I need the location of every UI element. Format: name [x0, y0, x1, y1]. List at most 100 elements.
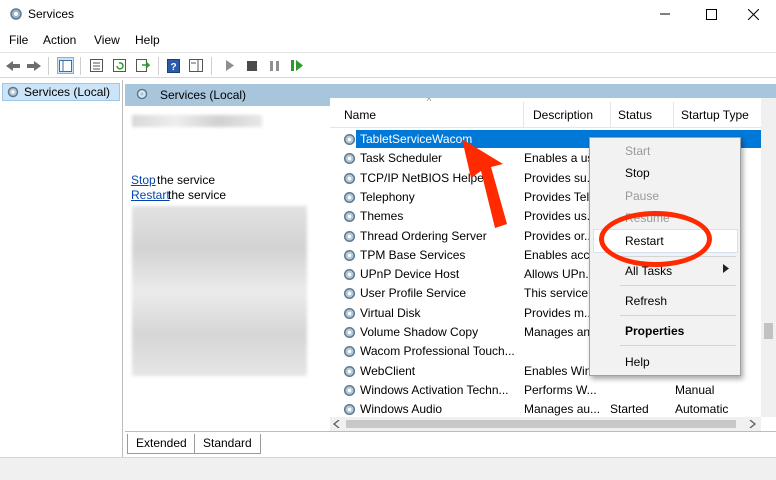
console-tree: Services (Local): [0, 80, 123, 457]
menu-view[interactable]: View: [94, 33, 120, 47]
service-name: UPnP Device Host: [360, 267, 460, 281]
service-gear-icon: [343, 210, 356, 223]
service-gear-icon: [343, 152, 356, 165]
service-gear-icon: [343, 287, 356, 300]
service-name: Wacom Professional Touch...: [360, 344, 515, 358]
show-hide-tree-icon[interactable]: [57, 57, 74, 74]
menu-separator: [620, 285, 736, 286]
service-gear-icon: [343, 133, 356, 146]
service-description: Enables a us: [524, 151, 594, 165]
service-description: Provides Tel: [524, 190, 590, 204]
scroll-right-icon[interactable]: [749, 420, 756, 428]
service-gear-icon: [343, 403, 356, 416]
service-description: Provides m..: [524, 306, 591, 320]
close-button[interactable]: [730, 0, 776, 28]
service-gear-icon: [343, 191, 356, 204]
service-name: Telephony: [360, 190, 415, 204]
svg-text:?: ?: [170, 62, 176, 73]
service-name: Windows Activation Techn...: [360, 383, 509, 397]
toolbar-separator: [80, 57, 81, 75]
tree-item-services-local[interactable]: Services (Local): [2, 83, 120, 101]
menu-action[interactable]: Action: [43, 33, 76, 47]
maximize-button[interactable]: [688, 0, 734, 28]
resume-service-icon[interactable]: [288, 57, 305, 74]
vertical-scroll-thumb[interactable]: [764, 323, 773, 339]
column-divider: [673, 102, 674, 128]
service-description: This service: [524, 286, 589, 300]
column-header: ^ Name Description Status Startup Type: [330, 96, 776, 128]
restart-service-text: the service: [168, 188, 227, 202]
service-description: Enables Win: [524, 364, 592, 378]
minimize-icon: [660, 13, 670, 15]
services-gear-icon: [7, 86, 19, 98]
tab-extended[interactable]: Extended: [127, 434, 196, 454]
service-name: Thread Ordering Server: [360, 229, 487, 243]
annotation-arrow-icon: [462, 139, 507, 228]
minimize-button[interactable]: [642, 0, 688, 28]
column-name[interactable]: Name: [344, 108, 376, 122]
service-description: Manages au...: [524, 402, 601, 416]
vertical-scrollbar[interactable]: [761, 98, 776, 417]
extended-description: Stop the service Restart the service: [125, 106, 328, 431]
tab-standard[interactable]: Standard: [194, 434, 261, 454]
menu-item-properties[interactable]: Properties: [590, 320, 740, 342]
refresh-icon[interactable]: [111, 57, 128, 74]
service-description: Provides us.: [524, 209, 591, 223]
menu-item-stop[interactable]: Stop: [590, 162, 740, 184]
back-icon[interactable]: [4, 57, 21, 74]
menu-file[interactable]: File: [9, 33, 28, 47]
sort-ascending-icon: ^: [427, 96, 432, 106]
toolbar-separator: [211, 57, 212, 75]
submenu-arrow-icon: [723, 264, 729, 273]
service-gear-icon: [343, 268, 356, 281]
service-gear-icon: [343, 249, 356, 262]
help-icon[interactable]: ?: [165, 57, 182, 74]
service-description: Enables acc: [524, 248, 590, 262]
view-tabs: Extended Standard: [125, 431, 776, 457]
menu-bar: File Action View Help: [0, 30, 776, 50]
column-status[interactable]: Status: [618, 108, 652, 122]
service-name: TPM Base Services: [360, 248, 466, 262]
service-description: Allows UPn..: [524, 267, 593, 281]
tree-item-label: Services (Local): [24, 85, 111, 99]
stop-service-text: the service: [157, 173, 216, 187]
pause-service-icon[interactable]: [266, 57, 283, 74]
menu-item-help[interactable]: Help: [590, 351, 740, 373]
start-service-icon[interactable]: [221, 57, 238, 74]
service-name: Task Scheduler: [360, 151, 443, 165]
horizontal-scroll-thumb[interactable]: [346, 420, 736, 428]
menu-item-properties-label: Properties: [625, 324, 685, 338]
stop-service-link[interactable]: Stop: [131, 173, 156, 187]
service-status: Started: [610, 402, 649, 416]
menu-item-refresh[interactable]: Refresh: [590, 290, 740, 312]
menu-item-help-label: Help: [625, 355, 650, 369]
service-startup-type: Manual: [675, 383, 715, 397]
show-action-pane-icon[interactable]: [187, 57, 204, 74]
properties-icon[interactable]: [88, 57, 105, 74]
service-description: Provides su.: [524, 171, 591, 185]
maximize-icon: [705, 8, 717, 20]
export-list-icon[interactable]: [134, 57, 151, 74]
service-row[interactable]: Windows Activation Techn... Performs W...…: [330, 381, 764, 400]
column-description[interactable]: Description: [533, 108, 593, 122]
column-startup-type[interactable]: Startup Type: [681, 108, 749, 122]
menu-item-pause[interactable]: Pause: [590, 185, 740, 207]
stop-service-icon[interactable]: [243, 57, 260, 74]
horizontal-scrollbar[interactable]: [330, 417, 761, 431]
annotation-circle: [599, 211, 712, 267]
menu-item-start[interactable]: Start: [590, 140, 740, 162]
blurred-description: [132, 206, 307, 376]
service-name: Themes: [360, 209, 404, 223]
menu-separator: [620, 315, 736, 316]
scroll-left-icon[interactable]: [333, 420, 340, 428]
column-divider: [610, 102, 611, 128]
menu-item-start-label: Start: [625, 144, 651, 158]
status-bar: [0, 457, 776, 480]
column-divider: [523, 102, 524, 128]
menu-help[interactable]: Help: [135, 33, 160, 47]
forward-icon[interactable]: [25, 57, 42, 74]
restart-service-link[interactable]: Restart: [131, 188, 170, 202]
toolbar: ?: [0, 52, 776, 78]
menu-item-pause-label: Pause: [625, 189, 660, 203]
menu-separator: [620, 345, 736, 346]
